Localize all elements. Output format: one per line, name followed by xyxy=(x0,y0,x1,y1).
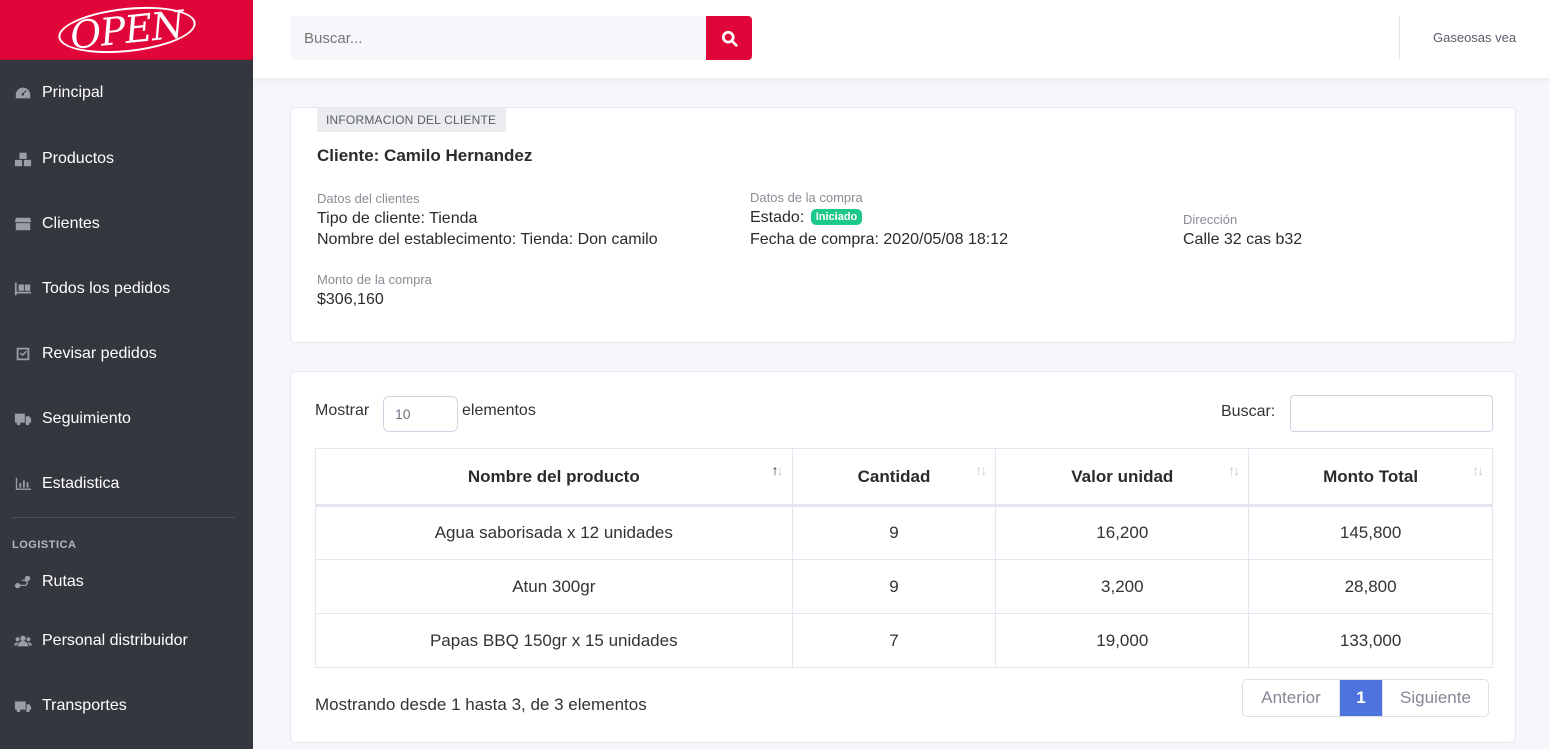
table-header-row: Nombre del producto ↑↓ Cantidad ↑↓ Valor… xyxy=(315,448,1493,507)
users-icon xyxy=(12,633,34,649)
page-length-suffix: elementos xyxy=(462,402,536,419)
open-logo: OPEN xyxy=(55,0,198,59)
search-icon xyxy=(721,30,738,47)
boxes-icon xyxy=(12,151,34,167)
sidebar-item-clientes[interactable]: Clientes xyxy=(0,191,253,256)
sidebar: OPEN Principal Productos Clientes Todos … xyxy=(0,0,253,749)
sidebar-item-label: Rutas xyxy=(42,572,84,590)
cell-total: 145,800 xyxy=(1248,505,1493,560)
pallet-icon xyxy=(12,281,34,297)
topbar: Gaseosas vea xyxy=(253,0,1550,78)
products-table: Nombre del producto ↑↓ Cantidad ↑↓ Valor… xyxy=(315,448,1493,668)
sidebar-item-label: Todos los pedidos xyxy=(42,279,171,297)
card-tag: INFORMACION DEL CLIENTE xyxy=(317,108,506,132)
column-header-valor-unidad[interactable]: Valor unidad ↑↓ xyxy=(995,448,1250,507)
sidebar-item-label: Seguimiento xyxy=(42,409,131,427)
chart-bar-icon xyxy=(12,476,34,492)
sidebar-item-label: Transportes xyxy=(42,696,127,714)
sidebar-heading-logistica: LOGISTICA xyxy=(12,539,77,551)
pagination-next-button[interactable]: Siguiente xyxy=(1382,680,1488,716)
cell-total: 28,800 xyxy=(1248,559,1493,614)
cell-total: 133,000 xyxy=(1248,613,1493,668)
brand-header[interactable]: OPEN xyxy=(0,0,253,60)
address-label: Dirección xyxy=(1183,212,1238,227)
dashboard-icon xyxy=(12,85,34,101)
table-filter-label: Buscar: xyxy=(1221,403,1276,420)
cell-quantity: 9 xyxy=(791,559,997,614)
store-icon xyxy=(12,216,34,232)
user-menu[interactable]: Gaseosas vea xyxy=(1433,30,1516,45)
table-filter-input[interactable] xyxy=(1290,395,1493,432)
sidebar-item-label: Personal distribuidor xyxy=(42,631,188,649)
status-badge: Iniciado xyxy=(810,209,863,225)
check-square-icon xyxy=(12,346,34,362)
client-data-label: Datos del clientes xyxy=(317,191,420,206)
sidebar-item-label: Principal xyxy=(42,84,104,101)
cell-quantity: 9 xyxy=(791,505,997,560)
cell-unit-value: 19,000 xyxy=(995,613,1250,668)
client-info-card: INFORMACION DEL CLIENTE Cliente: Camilo … xyxy=(290,107,1516,343)
sidebar-item-rutas[interactable]: Rutas xyxy=(0,555,253,608)
sidebar-item-label: Estadistica xyxy=(42,474,120,492)
sidebar-item-estadistica[interactable]: Estadistica xyxy=(0,451,253,516)
sidebar-item-personal-distribuidor[interactable]: Personal distribuidor xyxy=(0,608,253,673)
pagination-page-1[interactable]: 1 xyxy=(1340,680,1382,716)
topbar-search xyxy=(290,16,752,60)
page-length-select[interactable]: 10 xyxy=(383,396,458,432)
table-row: Atun 300gr 9 3,200 28,800 xyxy=(315,559,1493,614)
pagination-previous-button[interactable]: Anterior xyxy=(1243,680,1340,716)
cell-product-name: Papas BBQ 150gr x 15 unidades xyxy=(315,613,793,668)
amount-value: $306,160 xyxy=(317,291,384,308)
topbar-divider xyxy=(1399,16,1400,60)
client-type: Tipo de cliente: Tienda xyxy=(317,210,478,227)
purchase-date: Fecha de compra: 2020/05/08 18:12 xyxy=(750,231,1008,248)
table-row: Papas BBQ 150gr x 15 unidades 7 19,000 1… xyxy=(315,613,1493,668)
amount-label: Monto de la compra xyxy=(317,272,432,287)
pagination: Anterior 1 Siguiente xyxy=(1242,679,1489,717)
truck-moving-icon xyxy=(12,411,34,427)
sort-icon: ↑↓ xyxy=(1228,462,1240,478)
sort-icon: ↑↓ xyxy=(975,462,987,478)
sidebar-item-productos[interactable]: Productos xyxy=(0,126,253,191)
page-length-label: Mostrar xyxy=(315,402,370,419)
sidebar-item-seguimiento[interactable]: Seguimiento xyxy=(0,386,253,451)
table-info: Mostrando desde 1 hasta 3, de 3 elemento… xyxy=(315,695,647,714)
column-header-nombre[interactable]: Nombre del producto ↑↓ xyxy=(315,448,793,507)
cell-unit-value: 16,200 xyxy=(995,505,1250,560)
cell-quantity: 7 xyxy=(791,613,997,668)
cell-product-name: Atun 300gr xyxy=(315,559,793,614)
sidebar-item-transportes[interactable]: Transportes xyxy=(0,673,253,738)
search-input[interactable] xyxy=(290,16,706,60)
sidebar-item-todos-los-pedidos[interactable]: Todos los pedidos xyxy=(0,256,253,321)
products-table-card: Mostrar 10 elementos Buscar: Nombre del … xyxy=(290,371,1516,743)
order-status: Estado: Iniciado xyxy=(750,209,863,227)
purchase-data-label: Datos de la compra xyxy=(750,190,863,205)
search-button[interactable] xyxy=(706,16,752,60)
sidebar-item-label: Clientes xyxy=(42,214,100,232)
table-row: Agua saborisada x 12 unidades 9 16,200 1… xyxy=(315,505,1493,560)
sidebar-item-label: Productos xyxy=(42,149,115,167)
client-title: Cliente: Camilo Hernandez xyxy=(317,146,533,165)
address-value: Calle 32 cas b32 xyxy=(1183,231,1303,248)
sort-icon: ↑↓ xyxy=(1472,462,1484,478)
sidebar-item-label: Revisar pedidos xyxy=(42,344,157,362)
route-icon xyxy=(12,574,34,590)
column-header-cantidad[interactable]: Cantidad ↑↓ xyxy=(791,448,997,507)
truck-icon xyxy=(12,698,34,714)
sort-icon: ↑↓ xyxy=(771,462,784,478)
establishment-name: Nombre del establecimento: Tienda: Don c… xyxy=(317,231,658,248)
column-header-monto-total[interactable]: Monto Total ↑↓ xyxy=(1248,448,1493,507)
sidebar-item-revisar-pedidos[interactable]: Revisar pedidos xyxy=(0,321,253,386)
status-label: Estado: xyxy=(750,209,805,226)
sidebar-item-principal[interactable]: Principal xyxy=(0,60,253,126)
cell-product-name: Agua saborisada x 12 unidades xyxy=(315,505,793,560)
cell-unit-value: 3,200 xyxy=(995,559,1250,614)
